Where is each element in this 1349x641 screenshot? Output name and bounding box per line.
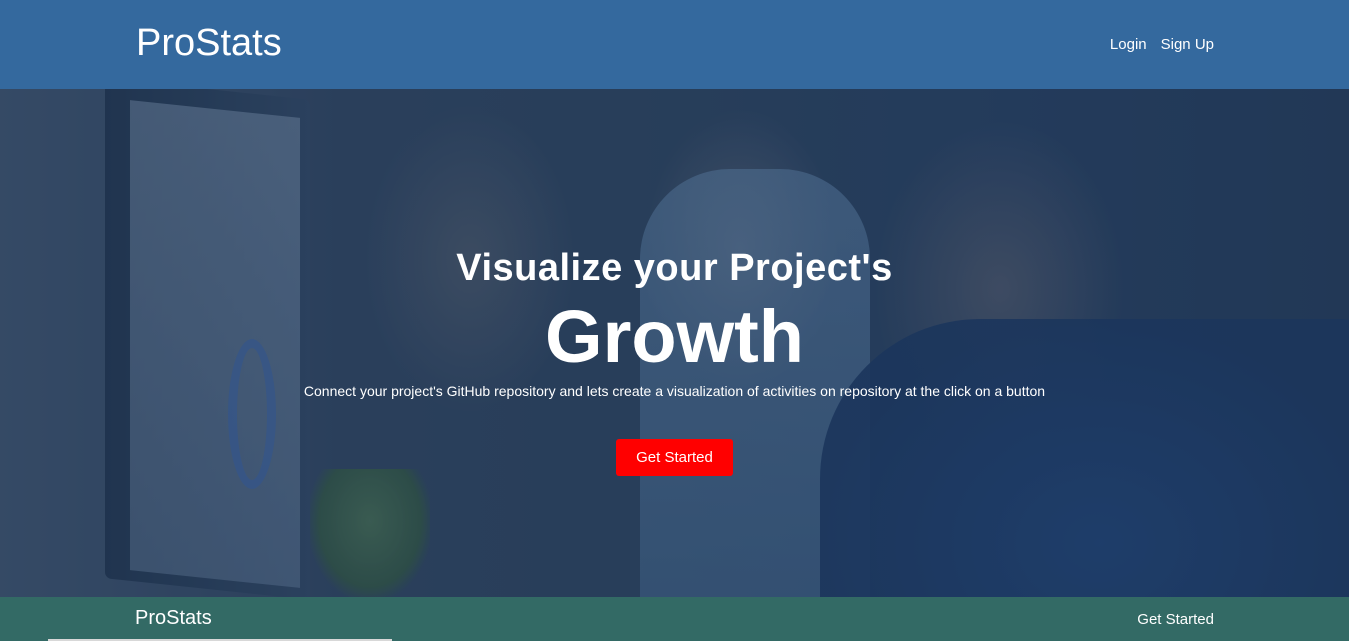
signup-link[interactable]: Sign Up [1161,36,1214,53]
hero-subtitle: Connect your project's GitHub repository… [303,383,1046,399]
footer-bar: ProStats Get Started [0,597,1349,641]
login-link[interactable]: Login [1110,36,1147,53]
footer-brand: ProStats [135,607,212,629]
nav-links: Login Sign Up [1110,36,1214,53]
top-navbar: ProStats Login Sign Up [0,0,1349,89]
brand-logo[interactable]: ProStats [136,22,282,65]
get-started-button[interactable]: Get Started [616,439,733,476]
footer-get-started-link[interactable]: Get Started [1137,611,1214,628]
hero-highlight: Growth [545,295,804,378]
hero-title: Visualize your Project's [456,247,893,289]
hero-section: Visualize your Project's Growth Connect … [0,89,1349,597]
